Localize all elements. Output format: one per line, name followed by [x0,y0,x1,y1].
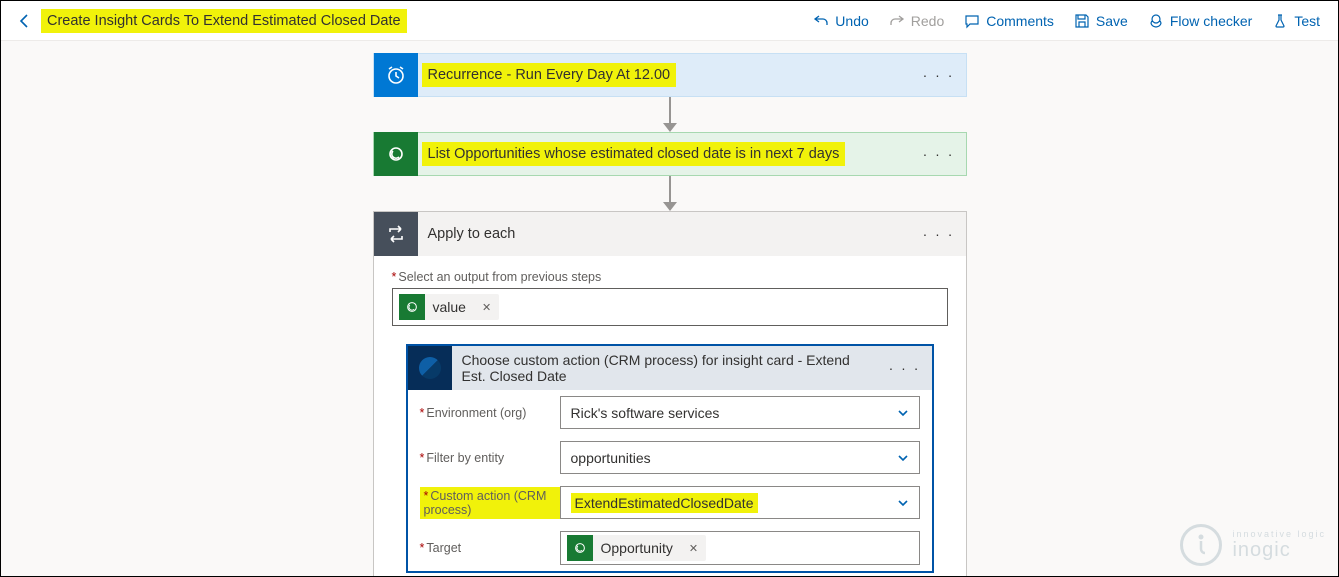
dynamics-icon [408,346,452,390]
custom-action-value: ExtendEstimatedClosedDate [571,493,758,513]
environment-select[interactable]: Rick's software services [560,396,920,429]
opportunity-pill: Opportunity ✕ [567,535,707,561]
list-step[interactable]: List Opportunities whose estimated close… [373,132,967,176]
chevron-down-icon [897,452,909,464]
apply-menu[interactable]: · · · [922,226,966,242]
custom-action-header[interactable]: Choose custom action (CRM process) for i… [408,346,932,390]
save-button[interactable]: Save [1064,5,1138,37]
trigger-title: Recurrence - Run Every Day At 12.00 [422,63,677,87]
dataverse-icon [399,294,425,320]
custom-action-label: *Custom action (CRM process) [420,487,560,519]
clock-icon [374,53,418,97]
filter-value: opportunities [571,450,651,466]
custom-action-menu[interactable]: · · · [888,360,932,376]
redo-button: Redo [879,5,954,37]
loop-icon [374,212,418,256]
undo-button[interactable]: Undo [803,5,878,37]
target-label: *Target [420,541,560,555]
filter-label: *Filter by entity [420,451,560,465]
value-pill-text: value [425,299,474,315]
comments-label: Comments [986,13,1054,29]
chevron-down-icon [897,497,909,509]
comments-button[interactable]: Comments [954,5,1064,37]
trigger-menu[interactable]: · · · [922,67,966,83]
dataverse-icon [374,132,418,176]
custom-action-select[interactable]: ExtendEstimatedClosedDate [560,486,920,519]
undo-label: Undo [835,13,868,29]
select-output-input[interactable]: value ✕ [392,288,948,326]
header-toolbar: Create Insight Cards To Extend Estimated… [1,1,1338,41]
value-pill: value ✕ [399,294,500,320]
test-label: Test [1294,13,1320,29]
environment-value: Rick's software services [571,405,720,421]
flow-checker-button[interactable]: Flow checker [1138,5,1262,37]
apply-to-each-step: Apply to each · · · *Select an output fr… [373,211,967,576]
connector-arrow [663,176,677,211]
opportunity-pill-text: Opportunity [593,540,681,556]
apply-title: Apply to each [418,226,526,242]
environment-label: *Environment (org) [420,406,560,420]
save-label: Save [1096,13,1128,29]
redo-label: Redo [911,13,944,29]
trigger-step[interactable]: Recurrence - Run Every Day At 12.00 · · … [373,53,967,97]
connector-arrow [663,97,677,132]
remove-pill-icon[interactable]: ✕ [474,301,499,314]
remove-pill-icon[interactable]: ✕ [681,542,706,555]
chevron-down-icon [897,407,909,419]
target-input[interactable]: Opportunity ✕ [560,531,920,565]
flow-checker-label: Flow checker [1170,13,1252,29]
dataverse-icon [567,535,593,561]
filter-select[interactable]: opportunities [560,441,920,474]
list-title: List Opportunities whose estimated close… [422,142,846,166]
test-button[interactable]: Test [1262,5,1330,37]
custom-action-card: Choose custom action (CRM process) for i… [406,344,934,573]
apply-header[interactable]: Apply to each · · · [374,212,966,256]
flow-canvas: Recurrence - Run Every Day At 12.00 · · … [1,41,1338,576]
back-button[interactable] [9,5,41,37]
custom-action-title: Choose custom action (CRM process) for i… [452,352,888,384]
list-menu[interactable]: · · · [922,146,966,162]
flow-title: Create Insight Cards To Extend Estimated… [41,9,407,33]
select-output-label: *Select an output from previous steps [392,270,948,284]
